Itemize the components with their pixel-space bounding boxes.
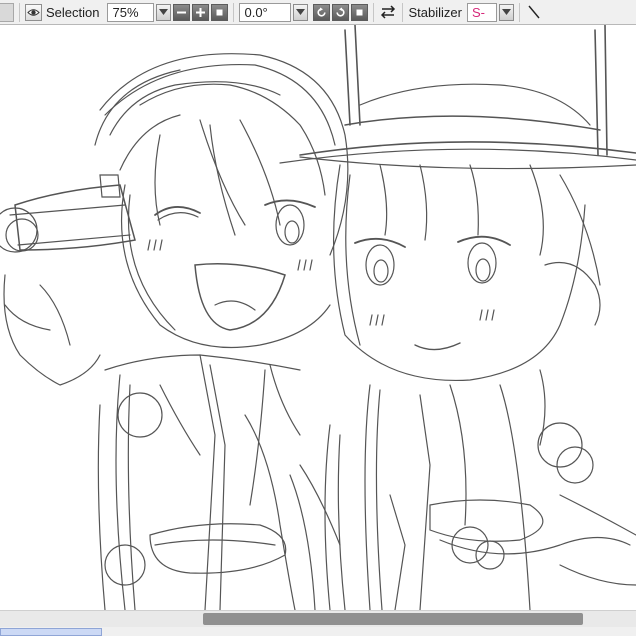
- square-icon: [216, 9, 223, 15]
- zoom-reset-button[interactable]: [211, 3, 229, 21]
- horizontal-scrollbar[interactable]: [0, 610, 636, 627]
- zoom-out-button[interactable]: [173, 3, 191, 21]
- rotation-field[interactable]: 0.0°: [239, 2, 292, 22]
- toolbar-separator: [233, 2, 235, 22]
- minus-icon: [177, 11, 187, 13]
- rotate-left-button[interactable]: [313, 3, 331, 21]
- plus-icon: [196, 7, 206, 17]
- zoom-combo[interactable]: 75%: [107, 2, 172, 22]
- square-icon: [356, 9, 363, 15]
- rotate-right-button[interactable]: [332, 3, 350, 21]
- toolbar-separator: [402, 2, 404, 22]
- drawing-canvas[interactable]: [0, 25, 636, 610]
- sketch-drawing: [0, 25, 636, 610]
- rotate-left-icon: [317, 7, 327, 17]
- rotation-combo[interactable]: 0.0°: [239, 2, 309, 22]
- toolbar-separator: [19, 2, 20, 22]
- status-bar: [0, 627, 636, 636]
- flip-horizontal-icon[interactable]: [379, 3, 397, 21]
- selection-label: Selection: [46, 4, 100, 20]
- toolbar-separator: [518, 2, 520, 22]
- chevron-down-icon[interactable]: [156, 3, 172, 21]
- chevron-down-icon[interactable]: [498, 3, 514, 21]
- stabilizer-combo[interactable]: S-2: [466, 2, 514, 37]
- stabilizer-field[interactable]: S-2: [466, 2, 497, 37]
- toolbar: Selection 75% 0.0° Stabilizer S-2: [0, 0, 636, 37]
- eye-icon[interactable]: [25, 3, 42, 21]
- zoom-in-button[interactable]: [192, 3, 210, 21]
- rotation-reset-button[interactable]: [351, 3, 369, 21]
- toolbar-separator: [373, 2, 375, 22]
- toolbar-edge: [0, 2, 14, 22]
- stabilizer-label: Stabilizer: [408, 4, 462, 20]
- status-tab[interactable]: [0, 628, 102, 636]
- diagonal-line-icon[interactable]: [525, 3, 543, 21]
- chevron-down-icon[interactable]: [293, 3, 309, 21]
- rotate-right-icon: [336, 7, 346, 17]
- scrollbar-thumb[interactable]: [203, 613, 583, 625]
- zoom-field[interactable]: 75%: [107, 2, 155, 22]
